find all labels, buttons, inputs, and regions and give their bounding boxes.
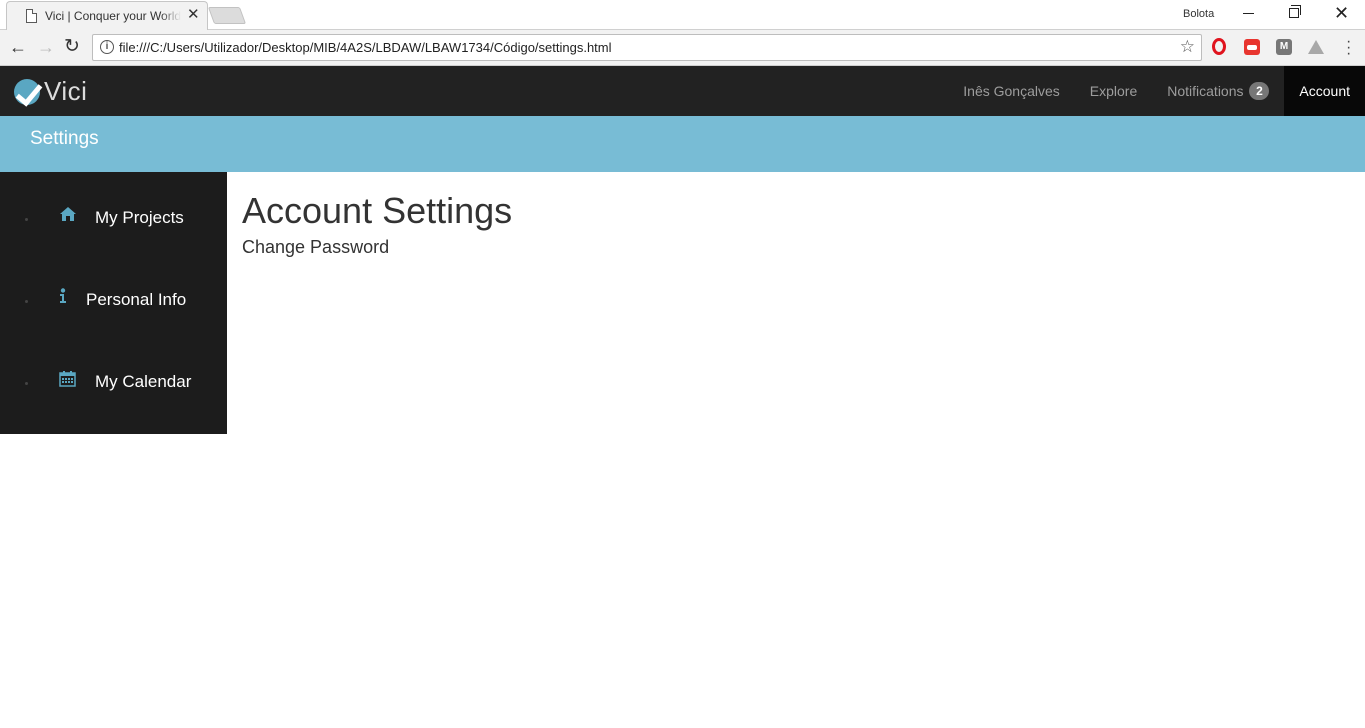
bullet-dot [25,382,28,385]
browser-menu-icon[interactable]: · · · [1346,34,1351,62]
sidebar: My Projects Personal Info My Calendar [0,172,227,434]
page-title: Settings [30,128,99,149]
nav-explore[interactable]: Explore [1075,66,1152,116]
url-text[interactable]: file:///C:/Users/Utilizador/Desktop/MIB/… [119,40,612,55]
checkmark-logo-icon [14,78,40,105]
bullet-dot [25,218,28,221]
new-tab-button[interactable] [207,7,247,24]
forward-arrow-icon[interactable]: → [37,37,55,57]
browser-toolbar: ← → ↻ i file:///C:/Users/Utilizador/Desk… [0,30,1365,66]
sidebar-item-my-calendar[interactable]: My Calendar [0,362,227,402]
tab-title: Vici | Conquer your World [45,9,181,23]
bookmark-star-icon[interactable]: ☆ [1180,37,1195,57]
nav-notifications[interactable]: Notifications 2 [1152,66,1284,116]
content-heading: Account Settings [242,190,513,231]
minimize-icon[interactable] [1243,13,1254,14]
brand-logo[interactable]: Vici [14,76,87,107]
browser-tab-strip: Vici | Conquer your World ✕ Bolota ✕ [0,0,1365,30]
nav-account[interactable]: Account [1284,66,1365,116]
sidebar-item-label: My Calendar [95,372,192,391]
sidebar-item-label: Personal Info [86,290,187,309]
site-navbar: Vici Inês Gonçalves Explore Notification… [0,66,1365,116]
nav-links: Inês Gonçalves Explore Notifications 2 A… [948,66,1365,116]
notifications-label: Notifications [1167,83,1244,99]
brand-name: Vici [44,76,88,106]
site-info-icon[interactable]: i [100,40,114,54]
address-bar[interactable]: i file:///C:/Users/Utilizador/Desktop/MI… [92,34,1202,61]
drive-extension-icon[interactable] [1308,40,1324,54]
m-extension-icon[interactable]: M [1276,39,1292,55]
bullet-dot [25,300,28,303]
sidebar-item-label: My Projects [95,208,184,227]
info-icon [59,288,67,309]
home-icon [59,206,77,227]
sidebar-item-personal-info[interactable]: Personal Info [0,280,227,320]
profile-name[interactable]: Bolota [1183,8,1214,20]
back-arrow-icon[interactable]: ← [9,37,27,57]
opera-extension-icon[interactable] [1212,38,1226,55]
close-tab-icon[interactable]: ✕ [187,7,200,23]
main-content: Account Settings Change Password [242,190,512,258]
calendar-icon [59,370,76,392]
sidebar-item-my-projects[interactable]: My Projects [0,198,227,238]
browser-tab[interactable]: Vici | Conquer your World ✕ [6,1,208,30]
reload-icon[interactable]: ↻ [64,37,80,57]
document-icon [26,9,37,23]
red-extension-icon[interactable] [1244,39,1260,55]
page-title-bar: Settings [0,116,1365,172]
window-close-icon[interactable]: ✕ [1334,4,1349,22]
change-password-link[interactable]: Change Password [242,237,512,258]
nav-user-name[interactable]: Inês Gonçalves [948,66,1075,116]
restore-icon[interactable] [1289,5,1301,18]
notifications-badge: 2 [1249,82,1270,100]
